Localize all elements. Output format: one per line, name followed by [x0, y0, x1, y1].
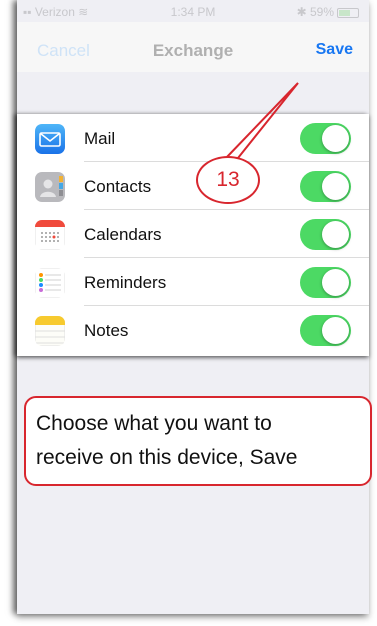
instruction-box: Choose what you want to receive on this … [24, 396, 372, 486]
callout-pointer [225, 82, 299, 159]
instruction-line-2: receive on this device, Save [36, 446, 298, 469]
step-number-badge: 13 [196, 156, 260, 204]
instruction-line-1: Choose what you want to [36, 412, 272, 435]
